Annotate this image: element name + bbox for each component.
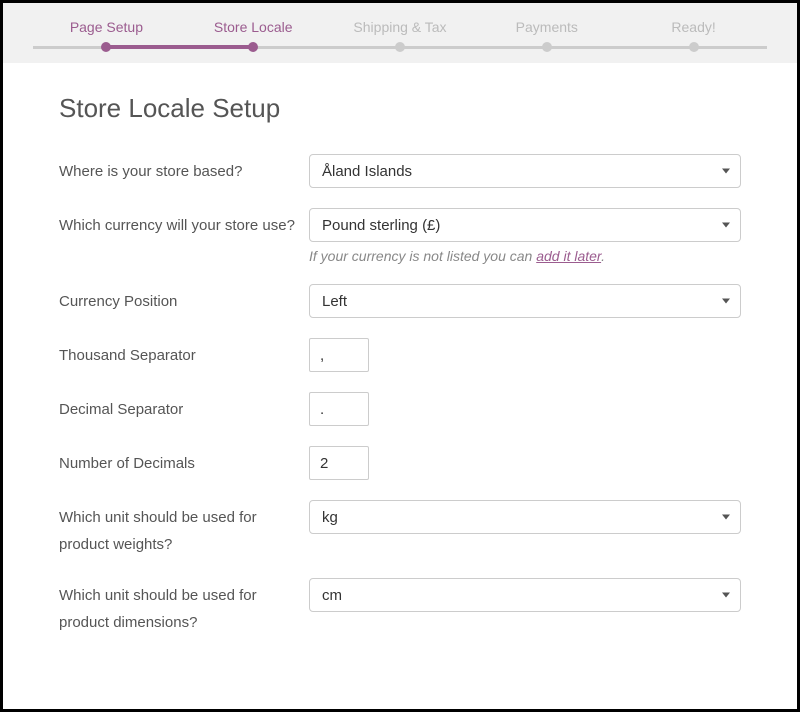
wizard-step-store-locale[interactable]: Store Locale [180,19,327,57]
row-dimension-unit: Which unit should be used for product di… [59,578,741,636]
currency-help-text: If your currency is not listed you can a… [309,248,741,264]
wizard-step-label: Ready! [671,19,715,35]
input-thousand-separator[interactable] [309,338,369,372]
chevron-down-icon [722,299,730,304]
label-dimension-unit: Which unit should be used for product di… [59,578,309,636]
select-currency-position[interactable]: Left [309,284,741,318]
row-weight-unit: Which unit should be used for product we… [59,500,741,558]
chevron-down-icon [722,223,730,228]
wizard-progress-header: Page Setup Store Locale Shipping & Tax P… [3,3,797,63]
wizard-step-label: Store Locale [214,19,293,35]
page-title: Store Locale Setup [59,93,741,124]
label-store-base: Where is your store based? [59,154,309,185]
select-value: Åland Islands [322,163,412,180]
row-currency-position: Currency Position Left [59,284,741,318]
wizard-step-label: Shipping & Tax [353,19,446,35]
label-currency: Which currency will your store use? [59,208,309,239]
wizard-step-page-setup[interactable]: Page Setup [33,19,180,57]
row-decimal-separator: Decimal Separator [59,392,741,426]
select-value: cm [322,587,342,604]
select-dimension-unit[interactable]: cm [309,578,741,612]
add-currency-later-link[interactable]: add it later [536,248,601,264]
row-thousand-separator: Thousand Separator [59,338,741,372]
label-thousand-separator: Thousand Separator [59,338,309,369]
select-weight-unit[interactable]: kg [309,500,741,534]
chevron-down-icon [722,169,730,174]
wizard-step-ready[interactable]: Ready! [620,19,767,57]
wizard-step-label: Payments [516,19,578,35]
select-currency[interactable]: Pound sterling (£) [309,208,741,242]
wizard-step-shipping-tax[interactable]: Shipping & Tax [327,19,474,57]
wizard-steps-list: Page Setup Store Locale Shipping & Tax P… [33,19,767,57]
label-decimal-separator: Decimal Separator [59,392,309,423]
select-value: kg [322,509,338,526]
wizard-step-label: Page Setup [70,19,143,35]
chevron-down-icon [722,515,730,520]
input-num-decimals[interactable] [309,446,369,480]
row-currency: Which currency will your store use? Poun… [59,208,741,264]
wizard-step-payments[interactable]: Payments [473,19,620,57]
label-weight-unit: Which unit should be used for product we… [59,500,309,558]
select-value: Left [322,293,347,310]
row-store-base: Where is your store based? Åland Islands [59,154,741,188]
input-decimal-separator[interactable] [309,392,369,426]
row-num-decimals: Number of Decimals [59,446,741,480]
chevron-down-icon [722,593,730,598]
select-store-base[interactable]: Åland Islands [309,154,741,188]
content-area: Store Locale Setup Where is your store b… [21,63,779,696]
select-value: Pound sterling (£) [322,217,440,234]
label-num-decimals: Number of Decimals [59,446,309,477]
label-currency-position: Currency Position [59,284,309,315]
